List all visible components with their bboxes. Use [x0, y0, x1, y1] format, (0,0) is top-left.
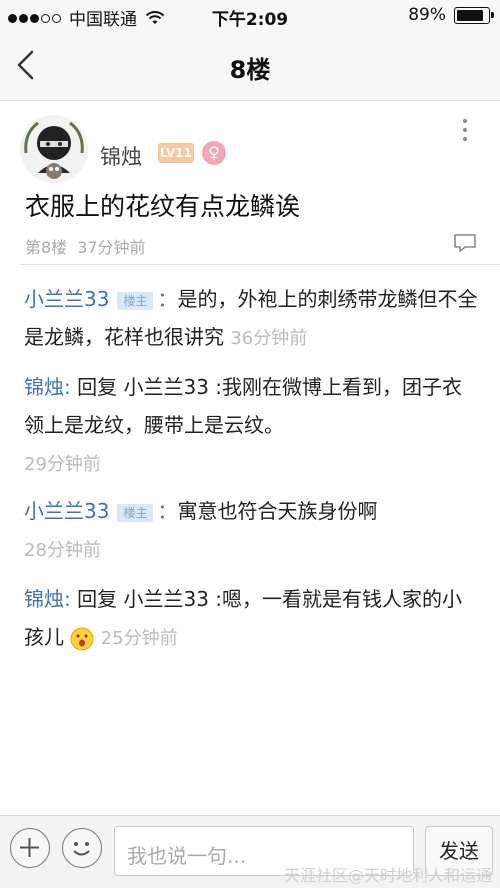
- floor-number: 第8楼: [25, 238, 68, 257]
- reply-separator: ：: [157, 287, 178, 311]
- navigation-bar: 8楼: [0, 30, 500, 101]
- reply-author[interactable]: 锦烛: [24, 587, 64, 611]
- reply-item[interactable]: 锦烛: 回复 小兰兰33 :我刚在微博上看到，团子衣领上是龙纹，腰带上是云纹。 …: [24, 368, 480, 484]
- page-title: 8楼: [229, 56, 271, 84]
- surprised-emoji-icon: [70, 627, 94, 650]
- reply-author[interactable]: 锦烛: [24, 375, 64, 399]
- battery-percent: 89%: [408, 5, 446, 25]
- add-attachment-button[interactable]: [10, 828, 50, 868]
- plus-icon: [20, 838, 39, 857]
- avatar[interactable]: [18, 113, 90, 185]
- reply-separator: ：: [157, 499, 178, 523]
- battery-nub: [491, 11, 494, 18]
- emoji-button[interactable]: [62, 828, 102, 868]
- reply-separator: :: [64, 587, 78, 611]
- smiley-icon: [73, 842, 90, 856]
- reply-text: 回复 小兰兰33 :我刚在微博上看到，团子衣领上是龙纹，腰带上是云纹。: [24, 375, 463, 437]
- post-content: 衣服上的花纹有点龙鳞诶: [25, 192, 301, 221]
- battery-fill: [457, 9, 484, 21]
- reply-item[interactable]: 锦烛: 回复 小兰兰33 :嗯，一看就是有钱人家的小孩儿 25分钟前: [24, 580, 480, 658]
- divider: [20, 264, 500, 265]
- reply-text: 寓意也符合天族身份啊: [177, 499, 378, 523]
- reply-item[interactable]: 小兰兰33 楼主 ：寓意也符合天族身份啊 28分钟前: [24, 492, 480, 570]
- reply-time: 28分钟前: [24, 540, 101, 561]
- post-time: 37分钟前: [77, 238, 146, 257]
- watermark: 天涯社区@天时地利人和运通: [283, 866, 492, 885]
- reply-author[interactable]: 小兰兰33: [24, 287, 109, 311]
- reply-author[interactable]: 小兰兰33: [24, 499, 109, 523]
- battery-icon: [454, 6, 494, 24]
- reply-time: 29分钟前: [24, 454, 101, 475]
- reply-time: 25分钟前: [100, 628, 178, 649]
- reply-time: 36分钟前: [230, 328, 308, 349]
- status-right: 89%: [408, 5, 494, 25]
- status-bar: 中国联通 下午2:09 89%: [0, 0, 500, 30]
- comment-icon[interactable]: [453, 233, 477, 253]
- owner-badge: 楼主: [117, 503, 154, 522]
- reply-composer-bar: 我也说一句... 发送 天涯社区@天时地利人和运通: [0, 815, 500, 888]
- level-badge: LV11: [158, 143, 194, 163]
- reply-separator: :: [64, 375, 78, 399]
- post-author[interactable]: 锦烛: [100, 141, 142, 171]
- more-options-icon[interactable]: [460, 119, 470, 147]
- female-gender-icon: ♀: [202, 141, 226, 165]
- owner-badge: 楼主: [117, 291, 154, 310]
- post-meta: 第8楼 37分钟前: [25, 234, 146, 258]
- reply-item[interactable]: 小兰兰33 楼主 ：是的，外袍上的刺绣带龙鳞但不全是龙鳞，花样也很讲究 36分钟前: [24, 280, 480, 358]
